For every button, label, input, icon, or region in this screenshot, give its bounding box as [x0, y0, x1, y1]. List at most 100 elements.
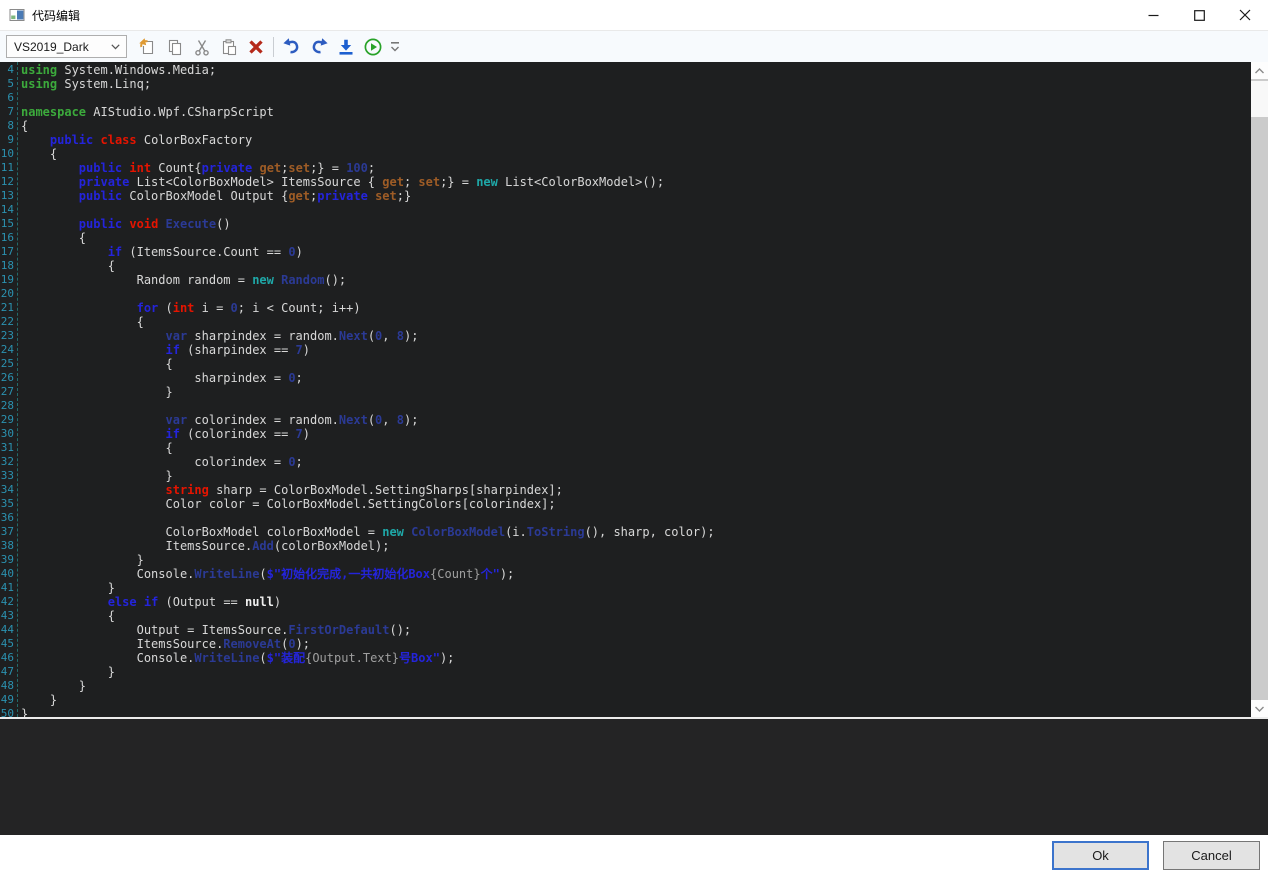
toolbar-overflow-button[interactable] [388, 34, 402, 60]
code-line: 28 [0, 399, 1251, 413]
vertical-scrollbar[interactable] [1251, 62, 1268, 717]
code-line: 30 if (colorindex == 7) [0, 427, 1251, 441]
code-line: 14 [0, 203, 1251, 217]
code-line: 50} [0, 707, 1251, 717]
code-line: 13 public ColorBoxModel Output {get;priv… [0, 189, 1251, 203]
delete-icon [246, 37, 266, 57]
scrollbar-down-button[interactable] [1251, 700, 1268, 717]
run-icon [363, 37, 383, 57]
code-line: 10 { [0, 147, 1251, 161]
line-number: 45 [0, 637, 14, 651]
code-line: 36 [0, 511, 1251, 525]
paste-button[interactable] [216, 34, 242, 60]
line-number: 36 [0, 511, 14, 525]
cut-button[interactable] [189, 34, 215, 60]
code-line: 25 { [0, 357, 1251, 371]
close-button[interactable] [1222, 0, 1268, 30]
line-number: 33 [0, 469, 14, 483]
line-number: 24 [0, 343, 14, 357]
code-line: 27 } [0, 385, 1251, 399]
line-number: 28 [0, 399, 14, 413]
minimize-button[interactable] [1130, 0, 1176, 30]
line-number: 37 [0, 525, 14, 539]
chevron-down-icon [111, 44, 120, 50]
line-number: 46 [0, 651, 14, 665]
code-line: 12 private List<ColorBoxModel> ItemsSour… [0, 175, 1251, 189]
line-number: 34 [0, 483, 14, 497]
delete-button[interactable] [243, 34, 269, 60]
code-line: 34 string sharp = ColorBoxModel.SettingS… [0, 483, 1251, 497]
scrollbar-up-button[interactable] [1251, 62, 1268, 79]
line-number: 22 [0, 315, 14, 329]
line-number: 25 [0, 357, 14, 371]
maximize-icon [1194, 10, 1205, 21]
cut-icon [192, 37, 212, 57]
new-file-button[interactable] [135, 34, 161, 60]
copy-icon [165, 37, 185, 57]
line-number: 47 [0, 665, 14, 679]
line-number: 5 [0, 77, 14, 91]
undo-button[interactable] [279, 34, 305, 60]
line-number: 38 [0, 539, 14, 553]
code-line: 4using System.Windows.Media; [0, 63, 1251, 77]
code-line: 49 } [0, 693, 1251, 707]
code-line: 15 public void Execute() [0, 217, 1251, 231]
code-line: 17 if (ItemsSource.Count == 0) [0, 245, 1251, 259]
line-number: 50 [0, 707, 14, 717]
overflow-icon [389, 39, 401, 55]
bottom-panel [0, 719, 1268, 835]
code-edit-dialog: 代码编辑 VS2019_Dark [0, 0, 1268, 876]
code-line: 18 { [0, 259, 1251, 273]
cancel-button[interactable]: Cancel [1163, 841, 1260, 870]
save-button[interactable] [333, 34, 359, 60]
line-number: 21 [0, 301, 14, 315]
code-line: 38 ItemsSource.Add(colorBoxModel); [0, 539, 1251, 553]
save-import-icon [336, 37, 356, 57]
code-line: 35 Color color = ColorBoxModel.SettingCo… [0, 497, 1251, 511]
code-line: 40 Console.WriteLine($"初始化完成,一共初始化Box{Co… [0, 567, 1251, 581]
code-line: 21 for (int i = 0; i < Count; i++) [0, 301, 1251, 315]
code-line: 42 else if (Output == null) [0, 595, 1251, 609]
close-icon [1239, 9, 1251, 21]
line-number: 30 [0, 427, 14, 441]
line-number: 27 [0, 385, 14, 399]
line-number: 23 [0, 329, 14, 343]
line-number: 29 [0, 413, 14, 427]
line-number: 14 [0, 203, 14, 217]
maximize-button[interactable] [1176, 0, 1222, 30]
chevron-down-icon [1254, 705, 1265, 713]
scrollbar-thumb[interactable] [1251, 81, 1268, 117]
line-number: 9 [0, 133, 14, 147]
code-line: 19 Random random = new Random(); [0, 273, 1251, 287]
line-number: 35 [0, 497, 14, 511]
code-line: 5using System.Linq; [0, 77, 1251, 91]
line-number: 48 [0, 679, 14, 693]
line-number: 18 [0, 259, 14, 273]
run-button[interactable] [360, 34, 386, 60]
code-line: 24 if (sharpindex == 7) [0, 343, 1251, 357]
code-line: 44 Output = ItemsSource.FirstOrDefault()… [0, 623, 1251, 637]
code-line: 29 var colorindex = random.Next(0, 8); [0, 413, 1251, 427]
code-editor[interactable]: 4using System.Windows.Media;5using Syste… [0, 62, 1268, 717]
code-line: 22 { [0, 315, 1251, 329]
code-line: 45 ItemsSource.RemoveAt(0); [0, 637, 1251, 651]
line-number: 43 [0, 609, 14, 623]
line-number: 42 [0, 595, 14, 609]
ok-button[interactable]: Ok [1052, 841, 1149, 870]
code-line: 9 public class ColorBoxFactory [0, 133, 1251, 147]
code-line: 20 [0, 287, 1251, 301]
line-number: 15 [0, 217, 14, 231]
code-line: 7namespace AIStudio.Wpf.CSharpScript [0, 105, 1251, 119]
window-titlebar: 代码编辑 [0, 0, 1268, 30]
redo-button[interactable] [306, 34, 332, 60]
copy-button[interactable] [162, 34, 188, 60]
line-number: 16 [0, 231, 14, 245]
theme-dropdown[interactable]: VS2019_Dark [6, 35, 127, 58]
line-number: 39 [0, 553, 14, 567]
line-number: 26 [0, 371, 14, 385]
window-title: 代码编辑 [32, 7, 80, 24]
line-number: 49 [0, 693, 14, 707]
line-number: 13 [0, 189, 14, 203]
line-number: 12 [0, 175, 14, 189]
minimize-icon [1148, 10, 1159, 21]
